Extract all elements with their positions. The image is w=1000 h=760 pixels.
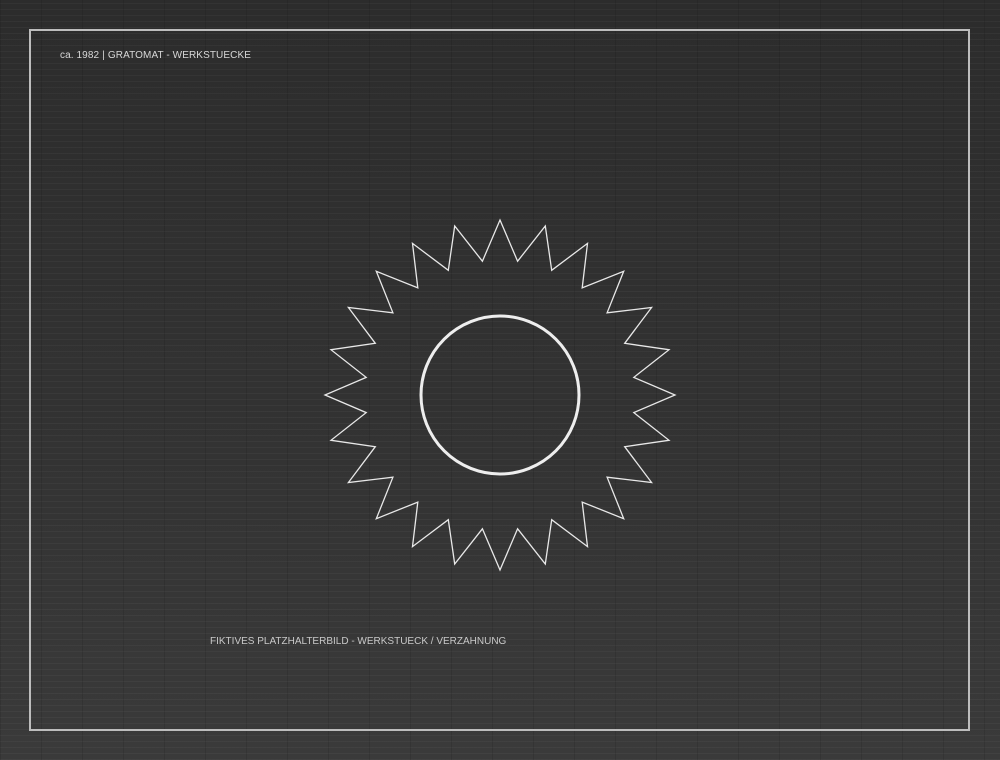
gear-teeth-outline [323, 218, 677, 572]
image-canvas: ca. 1982 | GRATOMAT - WERKSTUECKE FIKTIVES… [0, 0, 1000, 760]
gear-bore-circle [419, 314, 581, 476]
image-caption: FIKTIVES PLATZHALTERBILD - WERKSTUECK / … [210, 636, 507, 647]
